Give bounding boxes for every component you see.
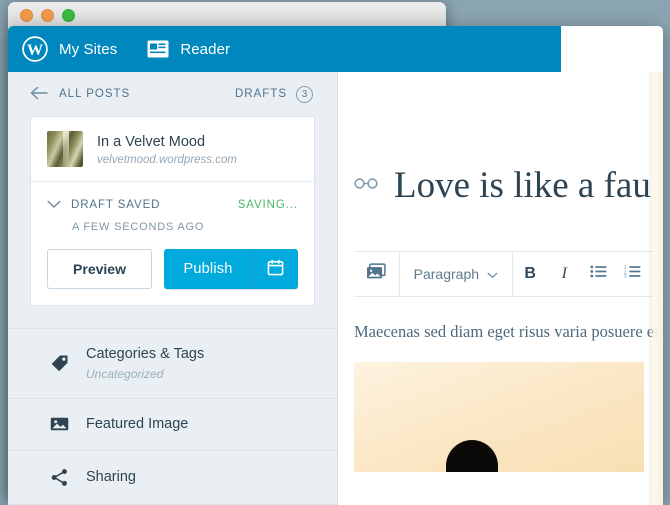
post-title[interactable]: Love is like a fau [394, 165, 651, 207]
publish-button[interactable]: Publish [164, 249, 252, 290]
site-info-row[interactable]: In a Velvet Mood velvetmood.wordpress.co… [31, 117, 314, 183]
all-posts-back-link[interactable]: ALL POSTS [30, 86, 130, 103]
paragraph-format-label: Paragraph [413, 265, 480, 282]
drafts-label: DRAFTS [235, 88, 287, 101]
bullet-list-button[interactable] [581, 251, 615, 297]
maximize-button[interactable] [62, 9, 75, 22]
post-action-buttons: Preview Publish [31, 233, 314, 305]
editor-right-edge [649, 72, 663, 505]
sidebar-item-categories-tags[interactable]: Categories & Tags Uncategorized [8, 328, 337, 397]
sidebar-label-sharing: Sharing [86, 468, 136, 485]
masterbar-item-reader[interactable]: Reader [147, 40, 230, 58]
sidebar-item-sharing[interactable]: Sharing [8, 450, 337, 505]
add-media-icon [366, 263, 386, 285]
svg-text:W: W [27, 41, 43, 59]
image-icon [48, 416, 70, 432]
sidebar-sublabel-categories-tags: Uncategorized [86, 366, 164, 381]
post-title-row: Love is like a fau [354, 72, 663, 207]
post-body-text[interactable]: Maecenas sed diam eget risus varia posue… [354, 319, 663, 345]
chevron-down-icon [47, 196, 61, 214]
close-button[interactable] [20, 9, 33, 22]
preview-button[interactable]: Preview [47, 249, 152, 290]
publish-button-group: Publish [164, 249, 298, 290]
reader-icon [147, 40, 169, 58]
site-title: In a Velvet Mood [97, 133, 206, 150]
link-icon[interactable] [354, 177, 380, 195]
editor-toolbar: Paragraph B I 1 2 3 [354, 250, 663, 297]
saving-status-label: SAVING... [237, 199, 298, 212]
svg-text:3: 3 [624, 273, 627, 277]
sidebar-sections: Categories & Tags Uncategorized Featured… [8, 328, 337, 505]
sidebar-section-text: Featured Image [86, 416, 188, 433]
share-icon [48, 468, 70, 487]
wordpress-editor-window: W My Sites Reader ALL POSTS DRAFTS 3 In … [8, 26, 663, 505]
sidebar-label-featured-image: Featured Image [86, 415, 189, 432]
bold-button[interactable]: B [513, 251, 547, 297]
masterbar-label-reader: Reader [180, 40, 231, 58]
masterbar: W My Sites Reader [8, 26, 561, 72]
draft-timestamp: A FEW SECONDS AGO [72, 221, 205, 234]
bullet-list-icon [590, 265, 607, 283]
chevron-down-icon [487, 266, 498, 282]
post-editor-pane: Love is like a fau Paragraph B I 1 2 3 M… [338, 72, 663, 505]
site-url: velvetmood.wordpress.com [97, 153, 237, 166]
post-status-card: In a Velvet Mood velvetmood.wordpress.co… [30, 116, 315, 307]
masterbar-item-my-sites[interactable]: W My Sites [22, 36, 117, 62]
sidebar-label-categories-tags: Categories & Tags [86, 346, 205, 363]
image-silhouette [446, 440, 498, 473]
numbered-list-button[interactable]: 1 2 3 [616, 251, 650, 297]
bold-icon: B [524, 264, 536, 282]
site-thumbnail [47, 131, 83, 168]
post-image-block[interactable] [354, 362, 644, 473]
all-posts-label: ALL POSTS [59, 88, 131, 101]
editor-layout: ALL POSTS DRAFTS 3 In a Velvet Mood velv… [8, 72, 663, 505]
draft-status-left[interactable]: DRAFT SAVED [47, 196, 160, 214]
paragraph-format-dropdown[interactable]: Paragraph [400, 250, 514, 297]
sidebar-section-text: Sharing [86, 469, 136, 486]
draft-status-block: DRAFT SAVED SAVING... A FEW SECONDS AGO [31, 182, 314, 233]
wordpress-logo-icon: W [22, 36, 48, 62]
draft-status-label: DRAFT SAVED [71, 199, 161, 212]
sidebar-item-featured-image[interactable]: Featured Image [8, 397, 337, 450]
post-settings-sidebar: ALL POSTS DRAFTS 3 In a Velvet Mood velv… [8, 72, 338, 505]
site-meta: In a Velvet Mood velvetmood.wordpress.co… [97, 133, 237, 166]
numbered-list-icon: 1 2 3 [624, 264, 641, 283]
sidebar-section-text: Categories & Tags Uncategorized [86, 346, 204, 380]
drafts-count-badge: 3 [296, 85, 313, 103]
masterbar-label-my-sites: My Sites [59, 40, 118, 58]
calendar-icon [267, 259, 284, 279]
arrow-left-icon [30, 86, 48, 103]
italic-button[interactable]: I [547, 251, 581, 297]
tag-icon [48, 354, 70, 373]
add-media-button[interactable] [354, 250, 400, 297]
schedule-button[interactable] [252, 249, 298, 290]
drafts-filter[interactable]: DRAFTS 3 [235, 85, 313, 103]
sidebar-header: ALL POSTS DRAFTS 3 [8, 72, 337, 116]
editor-content: Love is like a fau Paragraph B I 1 2 3 M… [338, 72, 663, 473]
minimize-button[interactable] [41, 9, 54, 22]
italic-icon: I [561, 264, 567, 282]
draft-status-row: DRAFT SAVED SAVING... [47, 196, 298, 214]
